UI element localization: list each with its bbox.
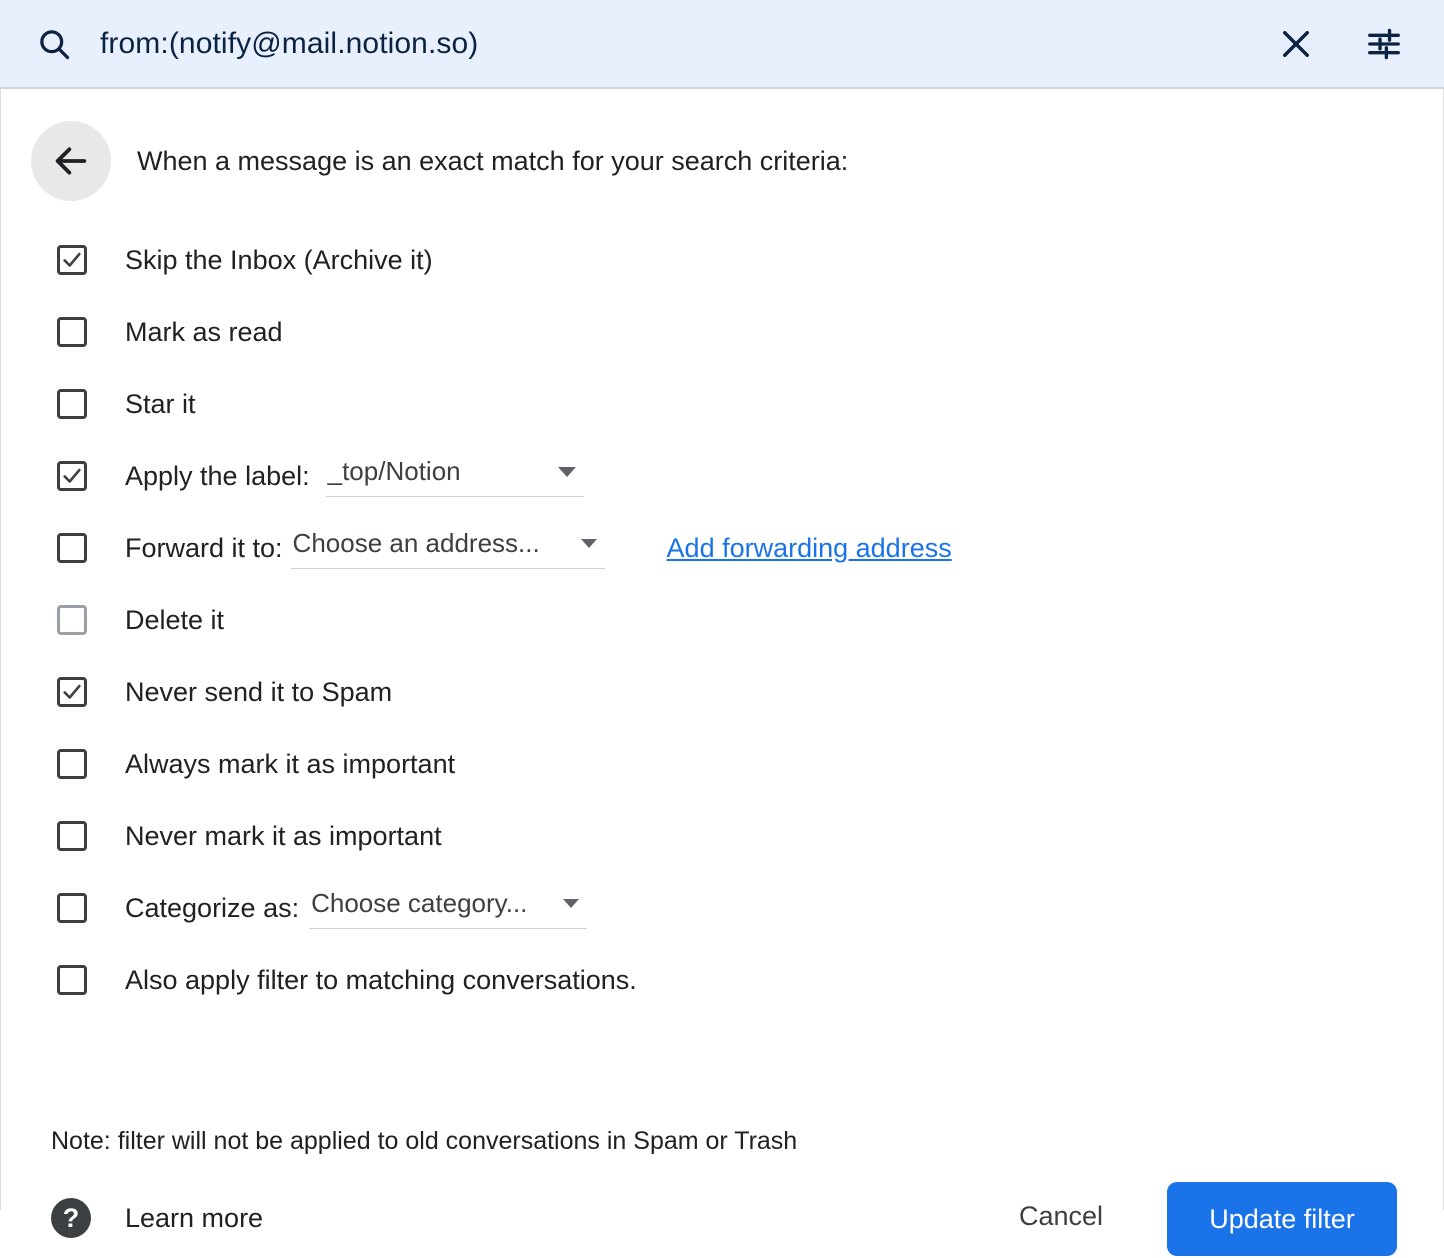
- tune-icon[interactable]: [1358, 18, 1410, 70]
- option-row-skip-inbox[interactable]: Skip the Inbox (Archive it): [1, 224, 1443, 296]
- checkbox-apply-label[interactable]: [57, 461, 87, 491]
- option-label-apply-to-existing: Also apply filter to matching conversati…: [125, 964, 637, 995]
- search-icon[interactable]: [32, 22, 76, 66]
- option-label-star-it: Star it: [125, 388, 196, 419]
- filter-actions-panel: When a message is an exact match for you…: [0, 89, 1444, 1256]
- option-label-categorize-as: Categorize as:: [125, 892, 300, 923]
- option-label-skip-inbox: Skip the Inbox (Archive it): [125, 244, 433, 275]
- filter-note: Note: filter will not be applied to old …: [51, 1127, 798, 1155]
- checkbox-always-important[interactable]: [57, 749, 87, 779]
- option-label-never-spam: Never send it to Spam: [125, 676, 393, 707]
- page-title: When a message is an exact match for you…: [137, 145, 849, 176]
- checkbox-never-important[interactable]: [57, 821, 87, 851]
- chevron-down-icon: [557, 466, 576, 477]
- option-row-never-important[interactable]: Never mark it as important: [1, 800, 1443, 872]
- option-label-delete-it: Delete it: [125, 604, 225, 635]
- label-select[interactable]: _top/Notion: [325, 455, 584, 497]
- option-row-star-it[interactable]: Star it: [1, 368, 1443, 440]
- dialog-header: When a message is an exact match for you…: [31, 121, 848, 201]
- checkbox-mark-as-read[interactable]: [57, 317, 87, 347]
- option-label-forward-to: Forward it to:: [125, 532, 283, 563]
- cancel-button[interactable]: Cancel: [1007, 1191, 1115, 1242]
- category-select-value: Choose category...: [311, 888, 528, 918]
- checkbox-star-it[interactable]: [57, 389, 87, 419]
- option-label-mark-as-read: Mark as read: [125, 316, 283, 347]
- update-filter-button[interactable]: Update filter: [1167, 1182, 1397, 1256]
- option-row-always-important[interactable]: Always mark it as important: [1, 728, 1443, 800]
- chevron-down-icon: [563, 899, 580, 908]
- option-row-forward-to[interactable]: Forward it to: Choose an address... Add …: [1, 512, 1443, 584]
- forward-address-select[interactable]: Choose an address...: [290, 527, 605, 569]
- learn-more-label: Learn more: [125, 1202, 264, 1233]
- arrow-back-icon[interactable]: [31, 121, 111, 201]
- checkbox-skip-inbox[interactable]: [57, 245, 87, 275]
- filter-options-list: Skip the Inbox (Archive it) Mark as read…: [1, 224, 1443, 1016]
- checkbox-delete-it[interactable]: [57, 605, 87, 635]
- label-select-value: _top/Notion: [327, 456, 461, 486]
- option-label-never-important: Never mark it as important: [125, 820, 442, 851]
- checkbox-never-spam[interactable]: [57, 677, 87, 707]
- checkbox-apply-to-existing[interactable]: [57, 965, 87, 995]
- dialog-footer: ? Learn more Cancel Update filter: [1, 1178, 1443, 1258]
- learn-more-link[interactable]: ? Learn more: [51, 1178, 263, 1258]
- checkbox-categorize-as[interactable]: [57, 893, 87, 923]
- option-row-apply-to-existing[interactable]: Also apply filter to matching conversati…: [1, 944, 1443, 1016]
- option-row-mark-as-read[interactable]: Mark as read: [1, 296, 1443, 368]
- option-label-apply-label: Apply the label:: [125, 460, 310, 491]
- option-row-apply-label[interactable]: Apply the label: _top/Notion: [1, 440, 1443, 512]
- option-row-categorize-as[interactable]: Categorize as: Choose category...: [1, 872, 1443, 944]
- checkbox-forward-to[interactable]: [57, 533, 87, 563]
- option-row-delete-it[interactable]: Delete it: [1, 584, 1443, 656]
- option-label-always-important: Always mark it as important: [125, 748, 456, 779]
- forward-address-value: Choose an address...: [292, 528, 540, 558]
- category-select[interactable]: Choose category...: [309, 887, 588, 929]
- help-icon[interactable]: ?: [51, 1198, 91, 1238]
- option-row-never-spam[interactable]: Never send it to Spam: [1, 656, 1443, 728]
- close-icon[interactable]: [1270, 18, 1322, 70]
- chevron-down-icon: [580, 539, 597, 548]
- search-input[interactable]: from:(notify@mail.notion.so): [100, 28, 1270, 59]
- add-forwarding-address-link[interactable]: Add forwarding address: [667, 533, 952, 564]
- search-bar: from:(notify@mail.notion.so): [0, 0, 1444, 89]
